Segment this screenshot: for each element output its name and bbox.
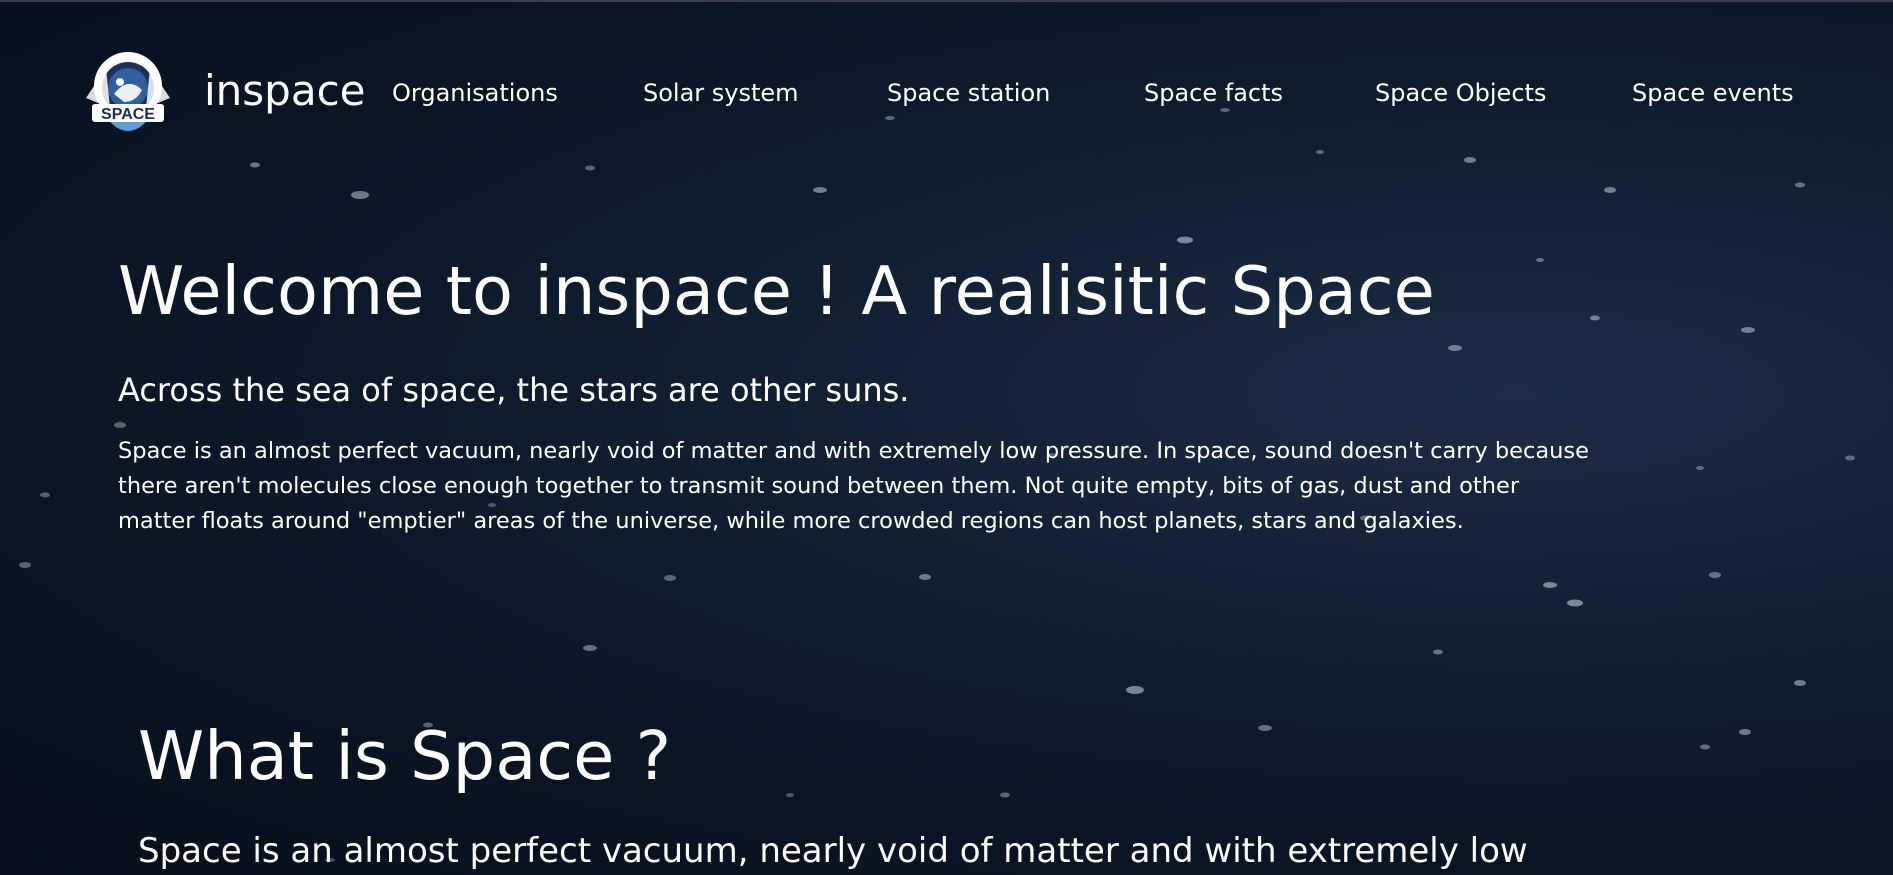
hero-title: Welcome to inspace ! A realisitic Space	[118, 252, 1435, 330]
nav-space-facts[interactable]: Space facts	[1144, 78, 1283, 108]
logo-text: SPACE	[101, 106, 155, 123]
space-logo[interactable]: SPACE	[80, 46, 176, 138]
brand-name[interactable]: inspace	[204, 66, 366, 116]
section-title: What is Space ?	[138, 717, 672, 795]
hero-paragraph: Space is an almost perfect vacuum, nearl…	[118, 438, 1589, 534]
nav-space-station[interactable]: Space station	[887, 78, 1050, 108]
hero-subtitle: Across the sea of space, the stars are o…	[118, 371, 910, 409]
what-is-space-section: What is Space ? Space is an almost perfe…	[138, 710, 1758, 871]
astronaut-helmet-icon: SPACE	[86, 52, 170, 131]
nav-organisations[interactable]: Organisations	[392, 78, 558, 108]
hero-section: Welcome to inspace ! A realisitic Space …	[118, 248, 1738, 534]
section-paragraph: Space is an almost perfect vacuum, nearl…	[138, 831, 1528, 871]
site-header: SPACE inspace Organisations Solar system…	[0, 0, 1893, 180]
nav-solar-system[interactable]: Solar system	[643, 78, 799, 108]
nav-space-objects[interactable]: Space Objects	[1375, 78, 1546, 108]
nav-space-events[interactable]: Space events	[1632, 78, 1794, 108]
